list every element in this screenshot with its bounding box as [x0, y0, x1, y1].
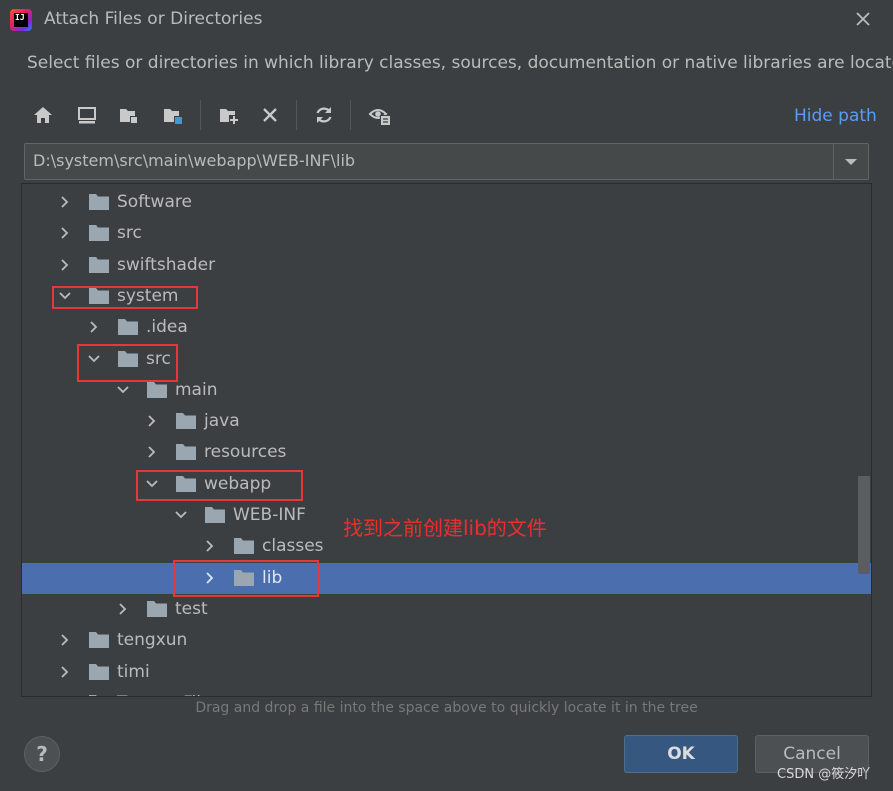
- show-hidden-button[interactable]: [365, 100, 395, 130]
- window-title: Attach Files or Directories: [44, 9, 263, 29]
- help-button[interactable]: ?: [24, 736, 60, 772]
- tree-row[interactable]: lib: [22, 562, 871, 594]
- chevron-right-icon[interactable]: [145, 445, 159, 459]
- folder-icon: [118, 319, 138, 336]
- chevron-right-icon[interactable]: [58, 226, 72, 240]
- desktop-button[interactable]: [72, 100, 102, 130]
- tree-row[interactable]: TencentFiles: [22, 688, 871, 697]
- tree-row[interactable]: timi: [22, 657, 871, 688]
- toolbar-separator: [350, 100, 351, 130]
- folder-icon: [176, 413, 196, 430]
- delete-button[interactable]: [255, 100, 285, 130]
- toolbar-separator: [200, 100, 201, 130]
- dialog-description: Select files or directories in which lib…: [27, 53, 893, 73]
- chevron-down-icon[interactable]: [174, 508, 188, 522]
- file-tree[interactable]: Software src swiftshader system .idea src main…: [21, 183, 872, 697]
- tree-row-label: WEB-INF: [233, 505, 306, 525]
- tree-scrollbar-thumb[interactable]: [858, 476, 870, 574]
- folder-icon: [147, 381, 167, 398]
- highlight-box-webapp: [136, 470, 303, 501]
- folder-icon: [176, 444, 196, 461]
- highlight-box-lib: [173, 560, 319, 597]
- tree-row-label: java: [204, 411, 240, 432]
- chevron-right-icon[interactable]: [58, 696, 72, 697]
- tree-row-label: src: [117, 223, 142, 244]
- home-icon: [34, 107, 52, 123]
- chevron-down-icon: [845, 158, 857, 165]
- tree-row-label: classes: [262, 536, 324, 557]
- chevron-right-icon[interactable]: [58, 195, 72, 209]
- hide-path-link[interactable]: Hide path: [794, 106, 877, 126]
- project-folder-icon: [120, 109, 138, 124]
- home-button[interactable]: [28, 100, 58, 130]
- tree-row-label: swiftshader: [117, 254, 216, 275]
- chevron-right-icon[interactable]: [145, 414, 159, 428]
- chevron-right-icon[interactable]: [58, 665, 72, 679]
- show-hidden-icon: [368, 109, 391, 126]
- toolbar: [22, 96, 402, 136]
- tree-row-label: .idea: [146, 317, 188, 338]
- folder-icon: [205, 507, 225, 523]
- close-icon: [856, 12, 870, 26]
- tree-row[interactable]: .idea: [22, 312, 871, 343]
- delete-icon: [263, 108, 277, 122]
- tree-row-label: resources: [204, 442, 287, 463]
- tree-row-label: main: [175, 379, 218, 400]
- tree-row-label: tengxun: [117, 630, 188, 651]
- folder-icon: [147, 600, 167, 617]
- highlight-box-system: [52, 286, 198, 309]
- folder-icon: [89, 225, 109, 242]
- folder-icon: [89, 256, 109, 273]
- project-directory-button[interactable]: [114, 100, 144, 130]
- chevron-right-icon[interactable]: [116, 602, 130, 616]
- chevron-down-icon[interactable]: [116, 383, 130, 397]
- module-folder-icon: [164, 109, 182, 124]
- drag-drop-hint: Drag and drop a file into the space abov…: [195, 700, 698, 716]
- folder-icon: [89, 663, 109, 680]
- watermark: CSDN @筱汐吖: [777, 767, 871, 782]
- tree-row[interactable]: tengxun: [22, 625, 871, 656]
- tree-row[interactable]: src: [22, 218, 871, 249]
- refresh-icon: [316, 107, 332, 123]
- tree-row-label: test: [175, 598, 208, 619]
- path-input[interactable]: D:\system\src\main\webapp\WEB-INF\lib: [33, 151, 355, 170]
- folder-icon: [89, 694, 97, 696]
- tree-row[interactable]: Software: [22, 187, 871, 218]
- tree-row-label: timi: [117, 661, 150, 682]
- refresh-button[interactable]: [309, 100, 339, 130]
- close-button[interactable]: [850, 6, 876, 32]
- toolbar-separator: [296, 100, 297, 130]
- chevron-right-icon[interactable]: [58, 633, 72, 647]
- desktop-icon: [78, 107, 96, 124]
- folder-icon: [234, 538, 254, 555]
- chevron-right-icon[interactable]: [203, 539, 217, 553]
- folder-icon: [89, 632, 109, 649]
- tree-row[interactable]: resources: [22, 437, 871, 468]
- new-folder-icon: [220, 109, 239, 125]
- folder-icon: [89, 194, 109, 210]
- tree-row[interactable]: test: [22, 594, 871, 625]
- chevron-right-icon[interactable]: [58, 258, 72, 272]
- title-bar: IJ Attach Files or Directories: [0, 0, 893, 40]
- tree-row-label: TencentFiles: [117, 693, 220, 696]
- module-directory-button[interactable]: [158, 100, 188, 130]
- highlight-box-src: [77, 344, 178, 382]
- annotation-text: 找到之前创建lib的文件: [343, 516, 547, 540]
- ok-button[interactable]: OK: [624, 735, 738, 773]
- help-icon: ?: [36, 742, 48, 766]
- path-combobox[interactable]: D:\system\src\main\webapp\WEB-INF\lib: [24, 143, 869, 180]
- tree-row[interactable]: java: [22, 406, 871, 437]
- path-dropdown-button[interactable]: [833, 144, 868, 179]
- new-folder-button[interactable]: [214, 100, 244, 130]
- intellij-logo-icon: IJ: [10, 9, 32, 31]
- tree-row[interactable]: swiftshader: [22, 250, 871, 281]
- chevron-right-icon[interactable]: [87, 320, 101, 334]
- tree-row-label: Software: [117, 192, 192, 212]
